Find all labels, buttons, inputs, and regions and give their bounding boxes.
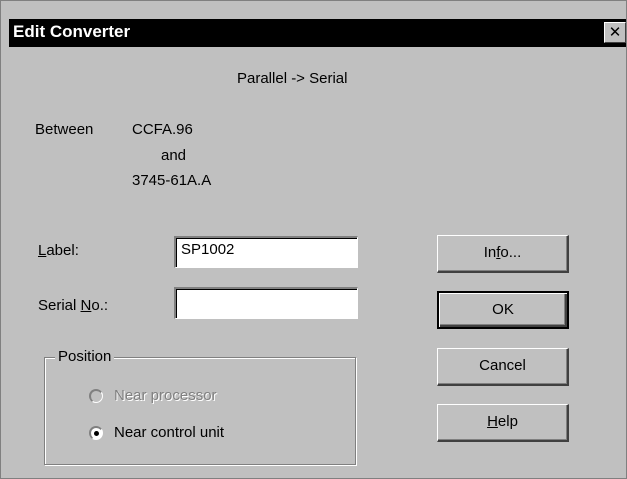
between-second-device: 3745-61A.A (132, 172, 212, 189)
position-group-legend: Position (55, 348, 115, 365)
help-button[interactable]: Help (437, 404, 569, 442)
converter-type: Parallel -> Serial (237, 70, 348, 87)
ok-button[interactable]: OK (437, 291, 569, 329)
radio-button-near-processor (89, 389, 103, 403)
position-group: Position Near processor Near control uni… (44, 348, 356, 465)
window-title: Edit Converter (13, 22, 131, 41)
label-field-label: Label: (38, 242, 79, 259)
cancel-button[interactable]: Cancel (437, 348, 569, 386)
between-and: and (161, 147, 187, 164)
title-bar[interactable]: Edit Converter ✕ (9, 19, 626, 47)
dialog-body: Parallel -> Serial Between CCFA.96 and 3… (9, 47, 626, 478)
serial-field-label: Serial No.: (38, 297, 109, 314)
edit-converter-dialog: Edit Converter ✕ Parallel -> Serial Betw… (0, 0, 627, 479)
close-icon: ✕ (608, 24, 622, 41)
radio-label-near-processor: Near processor (114, 387, 217, 404)
label-input[interactable]: SP1002 (174, 236, 358, 268)
between-first-device: CCFA.96 (132, 121, 193, 138)
info-button[interactable]: Info... (437, 235, 569, 273)
radio-selected-dot (94, 431, 99, 436)
radio-label-near-control-unit[interactable]: Near control unit (114, 424, 224, 441)
serial-number-input[interactable] (174, 287, 358, 319)
radio-button-near-control-unit[interactable] (89, 426, 103, 440)
between-label: Between (35, 121, 94, 138)
close-button[interactable]: ✕ (604, 22, 626, 43)
